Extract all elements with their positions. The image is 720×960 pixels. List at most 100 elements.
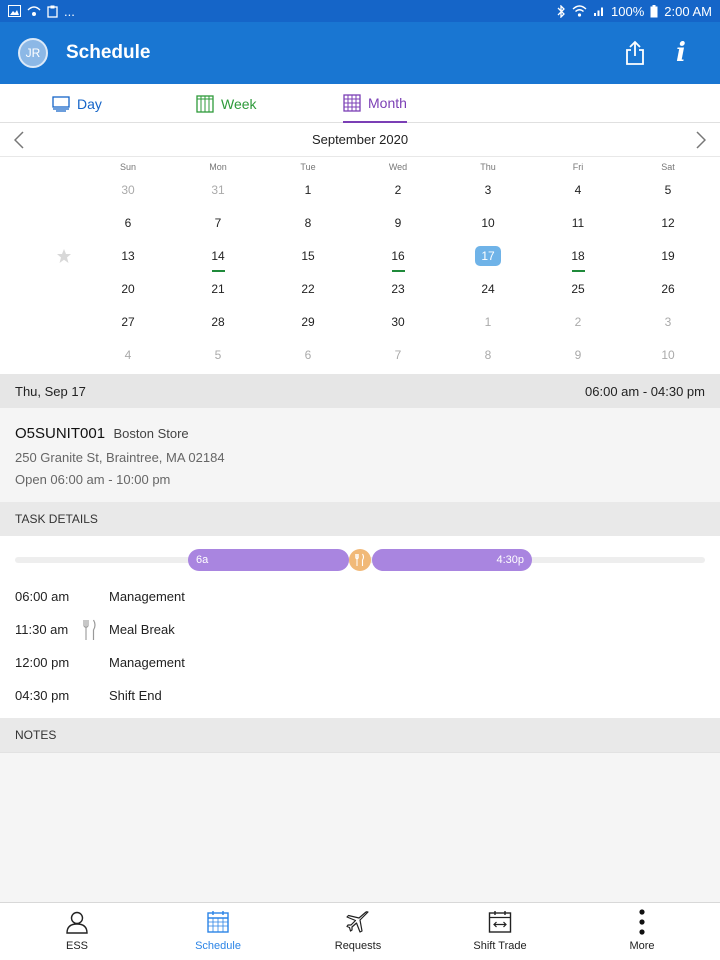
calendar-day[interactable]: 10 [638,344,698,366]
calendar-day[interactable]: 14 [188,245,248,272]
calendar-day[interactable]: 9 [368,212,428,234]
calendar-day[interactable]: 31 [188,179,248,201]
calendar-day[interactable]: 23 [368,278,428,300]
calendar-day[interactable]: 10 [458,212,518,234]
task-time: 12:00 pm [15,655,70,670]
calendar-day[interactable]: 13 [98,245,158,267]
calendar-day-number: 1 [484,315,492,329]
wifi-icon [572,5,587,17]
tab-month[interactable]: Month [343,84,407,123]
calendar-day[interactable]: 2 [548,311,608,333]
calendar-day-number: 14 [211,249,225,263]
calendar-day[interactable]: 18 [548,245,608,272]
calendar-day-selected[interactable]: 17 [458,245,518,267]
calendar-day-number: 3 [484,183,492,197]
info-button[interactable]: i [658,30,704,76]
calendar-day[interactable]: 27 [98,311,158,333]
event-marker [572,270,585,272]
calendar-day-number: 28 [211,315,225,329]
nav-shift-trade[interactable]: Shift Trade [440,903,560,960]
tab-month-label: Month [368,94,407,111]
calendar-day[interactable]: 26 [638,278,698,300]
calendar-day-number: 8 [484,348,492,362]
status-left: ... [8,4,75,19]
calendar-day[interactable]: 5 [188,344,248,366]
weekday-label: Fri [572,162,584,172]
nav-requests[interactable]: Requests [298,903,418,960]
calendar-day[interactable]: 5 [638,179,698,201]
calendar-day[interactable]: 6 [98,212,158,234]
calendar-day[interactable]: 28 [188,311,248,333]
calendar-day[interactable]: 1 [458,311,518,333]
task-row: 06:00 am Management [15,586,705,608]
calendar-day-number: 20 [121,282,135,296]
calendar-day[interactable]: 1 [278,179,338,201]
nav-ess[interactable]: ESS [17,903,137,960]
calendar-day-number: 5 [664,183,672,197]
next-month-button[interactable] [690,129,712,151]
tab-week-label: Week [221,95,257,112]
calendar-day[interactable]: 20 [98,278,158,300]
calendar-day[interactable]: 8 [278,212,338,234]
task-row: 04:30 pm Shift End [15,685,705,707]
chevron-left-icon [14,131,24,149]
calendar-day-number: 31 [211,183,225,197]
nav-schedule[interactable]: Schedule [158,903,278,960]
calendar-day-number: 6 [124,216,132,230]
calendar-day[interactable]: 22 [278,278,338,300]
calendar-day[interactable]: 24 [458,278,518,300]
calendar-day[interactable]: 3 [458,179,518,201]
share-button[interactable] [612,30,658,76]
calendar-day[interactable]: 12 [638,212,698,234]
more-notifications-text: ... [64,3,75,19]
more-vertical-icon [629,909,655,935]
avatar[interactable]: JR [18,38,48,68]
nav-requests-label: Requests [334,940,382,952]
selected-date-bar: Thu, Sep 17 06:00 am - 04:30 pm [0,374,720,408]
calendar-day[interactable]: 4 [548,179,608,201]
calendar-day-number: 9 [394,216,402,230]
calendar-day[interactable]: 25 [548,278,608,300]
calendar-day[interactable]: 16 [368,245,428,272]
calendar-day-number: 8 [304,216,312,230]
bluetooth-icon [557,4,565,18]
calendar-day-number: 1 [304,183,312,197]
calendar-day[interactable]: 11 [548,212,608,234]
calendar-day[interactable]: 29 [278,311,338,333]
calendar-day[interactable]: 3 [638,311,698,333]
timeline-start-label: 6a [196,554,209,566]
calendar-day[interactable]: 15 [278,245,338,267]
weekday-label: Tue [300,162,316,172]
calendar-day-number: 16 [391,249,405,263]
task-row: 12:00 pm Management [15,652,705,674]
monitor-icon [52,95,70,112]
calendar-day[interactable]: 4 [98,344,158,366]
calendar-day[interactable]: 7 [188,212,248,234]
fork-knife-icon [83,619,97,641]
calendar-day[interactable]: 8 [458,344,518,366]
shift-time-range: 06:00 am - 04:30 pm [585,383,705,399]
nav-more[interactable]: More [582,903,702,960]
calendar-day[interactable]: 19 [638,245,698,267]
weekday-label: Thu [480,162,496,172]
store-address: 250 Granite St, Braintree, MA 02184 [15,450,225,465]
status-right: 100% 2:00 AM [557,4,712,19]
task-label: Shift End [109,688,162,703]
calendar-day[interactable]: 21 [188,278,248,300]
previous-month-button[interactable] [8,129,30,151]
calendar-day[interactable]: 30 [98,179,158,201]
calendar-day-number: 4 [124,348,132,362]
weekday-label: Sat [661,162,675,172]
calendar-day[interactable]: 2 [368,179,428,201]
tab-day[interactable]: Day [52,84,102,123]
chevron-right-icon [696,131,706,149]
tab-week[interactable]: Week [196,84,257,123]
calendar-day[interactable]: 6 [278,344,338,366]
selected-date: Thu, Sep 17 [15,383,86,399]
calendar-day[interactable]: 30 [368,311,428,333]
calendar-day[interactable]: 9 [548,344,608,366]
calendar-day-number: 22 [301,282,315,296]
clock: 2:00 AM [664,3,712,19]
person-icon [64,909,90,935]
calendar-day[interactable]: 7 [368,344,428,366]
